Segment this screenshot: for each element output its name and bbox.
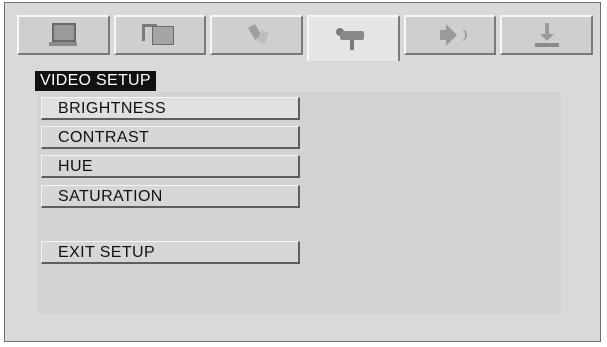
preference-icon [527, 21, 567, 49]
monitor-icon [43, 21, 83, 49]
video-camera-icon [333, 25, 373, 53]
menu-item-brightness[interactable]: BRIGHTNESS [41, 97, 300, 120]
tab-speaker[interactable] [403, 15, 497, 55]
tab-preference[interactable] [500, 15, 594, 55]
tab-video[interactable] [307, 15, 400, 61]
audio-output-icon [237, 21, 277, 49]
language-icon [140, 21, 180, 49]
tab-audio[interactable] [210, 15, 304, 55]
speaker-icon [430, 21, 470, 49]
setup-tab-bar [17, 15, 597, 61]
tab-general[interactable] [17, 15, 110, 55]
exit-setup-button[interactable]: EXIT SETUP [41, 241, 300, 264]
page-title: VIDEO SETUP [35, 71, 156, 91]
menu-item-saturation[interactable]: SATURATION [41, 185, 300, 208]
menu-item-hue[interactable]: HUE [41, 155, 300, 178]
menu-item-contrast[interactable]: CONTRAST [41, 126, 300, 149]
tab-language[interactable] [113, 15, 207, 55]
